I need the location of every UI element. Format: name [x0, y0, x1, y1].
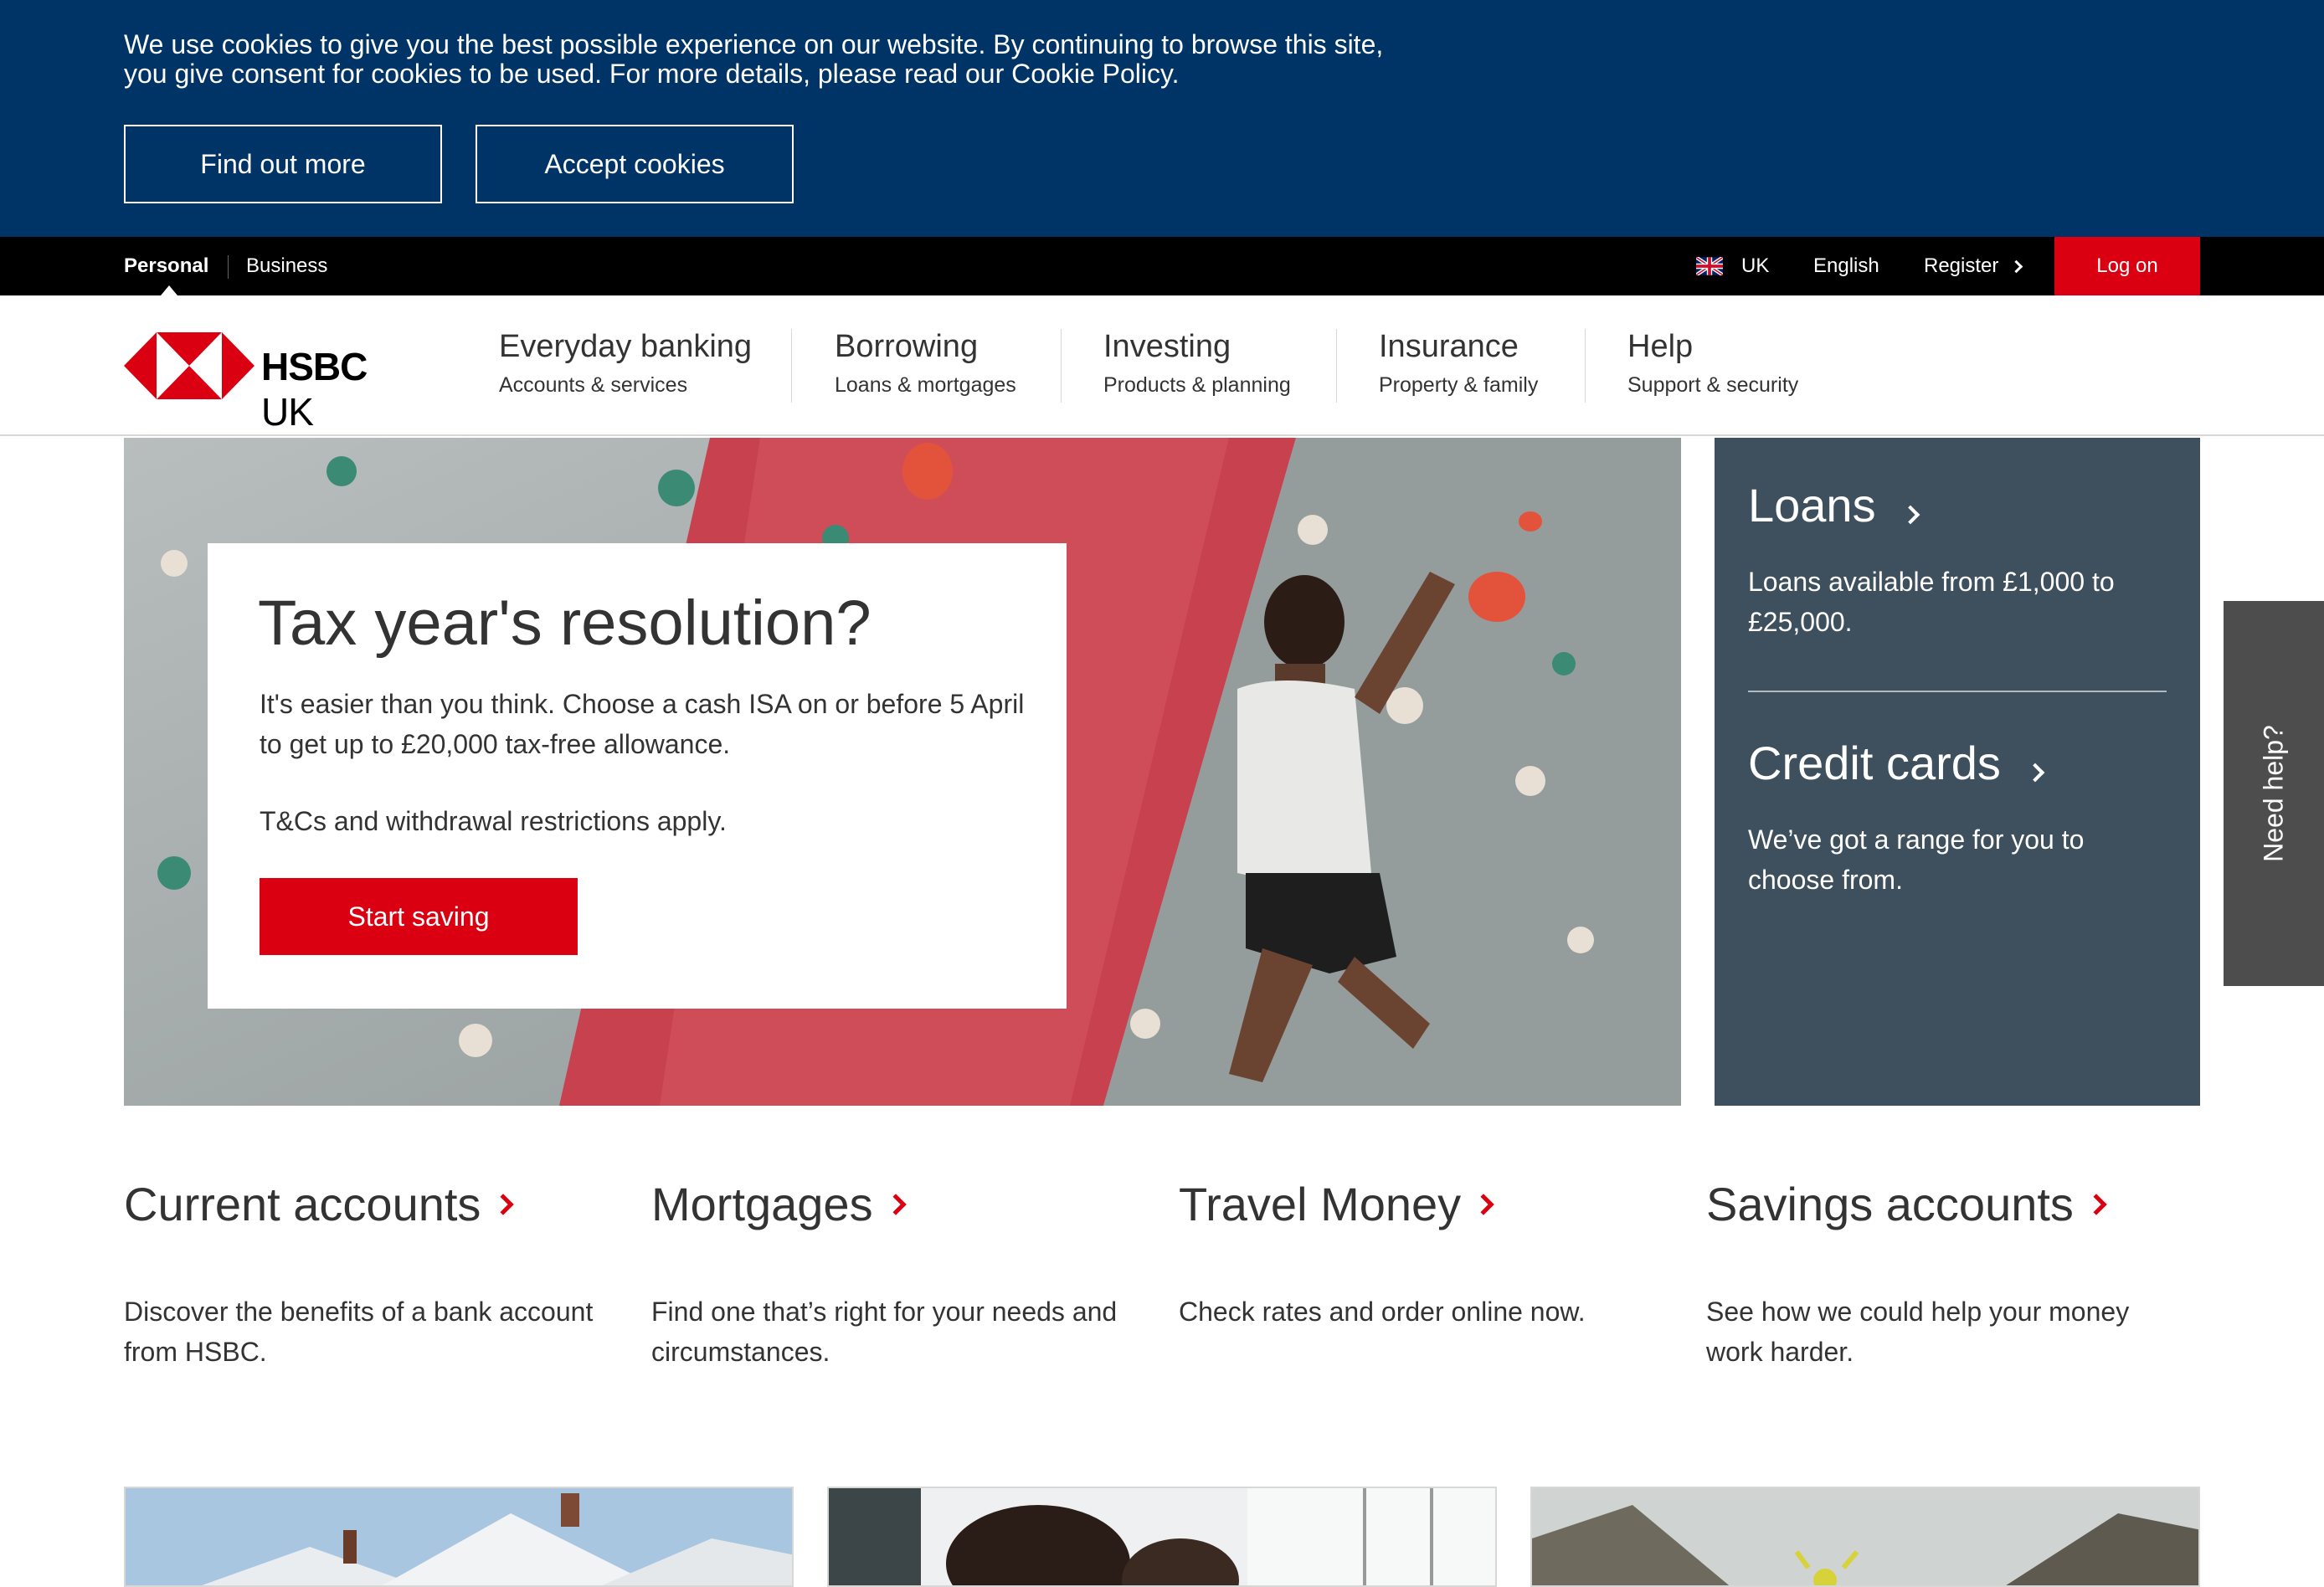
- product-mortgages[interactable]: Mortgages Find one that’s right for your…: [651, 1177, 1154, 1372]
- nav-subtitle: Loans & mortgages: [835, 373, 1016, 397]
- register-label: Register: [1924, 254, 1999, 277]
- tab-divider: [228, 255, 229, 279]
- chevron-right-icon: [1473, 1193, 1494, 1215]
- logo-wordmark: HSBC UK: [261, 344, 425, 434]
- credit-cards-description: We’ve got a range for you to choose from…: [1748, 824, 2085, 895]
- nav-title: Investing: [1103, 329, 1231, 364]
- loans-title: Loans: [1748, 479, 1876, 532]
- nav-subtitle: Products & planning: [1103, 373, 1291, 397]
- nav-everyday-banking[interactable]: Everyday banking Accounts & services: [499, 329, 752, 398]
- chevron-right-icon: [2026, 763, 2045, 783]
- nav-divider: [791, 329, 792, 403]
- chevron-right-icon: [2010, 259, 2023, 273]
- active-tab-caret-icon: [161, 285, 177, 295]
- product-title: Mortgages: [651, 1178, 873, 1230]
- cookie-message: We use cookies to give you the best poss…: [124, 30, 1480, 89]
- find-out-more-button[interactable]: Find out more: [124, 125, 442, 203]
- nav-subtitle: Accounts & services: [499, 373, 688, 397]
- log-on-button[interactable]: Log on: [2054, 237, 2200, 295]
- product-title-link[interactable]: Savings accounts: [1706, 1177, 2208, 1231]
- start-saving-button[interactable]: Start saving: [260, 878, 578, 955]
- product-title-link[interactable]: Travel Money: [1179, 1177, 1681, 1231]
- nav-title: Help: [1627, 329, 1694, 364]
- product-title-link[interactable]: Current accounts: [124, 1177, 626, 1231]
- mountain-image: [1532, 1488, 2198, 1585]
- product-title-link[interactable]: Mortgages: [651, 1177, 1154, 1231]
- need-help-label: Need help?: [2258, 725, 2289, 862]
- product-savings-accounts[interactable]: Savings accounts See how we could help y…: [1706, 1177, 2208, 1372]
- product-current-accounts[interactable]: Current accounts Discover the benefits o…: [124, 1177, 626, 1372]
- logo-brand: HSBC: [261, 345, 368, 388]
- chevron-right-icon: [492, 1193, 515, 1215]
- product-description: Check rates and order online now.: [1179, 1297, 1586, 1327]
- nav-divider: [1585, 329, 1586, 403]
- logo-suffix: UK: [261, 390, 314, 434]
- nav-title: Everyday banking: [499, 329, 753, 364]
- hero-terms: T&Cs and withdrawal restrictions apply.: [260, 806, 727, 836]
- hero-title: Tax year's resolution?: [258, 588, 872, 659]
- main-header: HSBC UK Everyday banking Accounts & serv…: [0, 295, 2324, 436]
- nav-borrowing[interactable]: Borrowing Loans & mortgages: [835, 329, 1016, 398]
- product-description: Discover the benefits of a bank account …: [124, 1297, 594, 1367]
- hero-banner: Tax year's resolution? It's easier than …: [124, 438, 1681, 1106]
- country-selector[interactable]: UK: [1741, 237, 1769, 295]
- business-tab[interactable]: Business: [246, 237, 327, 295]
- hero-description: It's easier than you think. Choose a cas…: [260, 689, 1025, 759]
- nav-subtitle: Support & security: [1627, 373, 1799, 397]
- houses-image-card[interactable]: [124, 1487, 794, 1587]
- hero-card: Tax year's resolution? It's easier than …: [208, 543, 1067, 1009]
- mountain-image-card[interactable]: [1530, 1487, 2200, 1587]
- credit-cards-link[interactable]: Credit cards: [1748, 736, 2045, 790]
- hsbc-hexagon-icon: [124, 332, 255, 399]
- top-utility-bar: Personal Business UK English Register Lo…: [0, 237, 2324, 295]
- panel-divider: [1748, 691, 2167, 692]
- credit-cards-title: Credit cards: [1748, 737, 2001, 789]
- product-title: Current accounts: [124, 1178, 481, 1230]
- nav-divider: [1061, 329, 1062, 403]
- cookie-banner: We use cookies to give you the best poss…: [0, 0, 2324, 237]
- cookie-message-line-1: We use cookies to give you the best poss…: [124, 29, 1384, 59]
- houses-image: [126, 1488, 792, 1585]
- people-laptop-image-card[interactable]: [827, 1487, 1497, 1587]
- nav-divider: [1336, 329, 1337, 403]
- chevron-right-icon: [884, 1193, 907, 1215]
- loans-link[interactable]: Loans: [1748, 478, 1920, 532]
- side-promo-panel: Loans Loans available from £1,000 to £25…: [1715, 438, 2200, 1106]
- nav-help[interactable]: Help Support & security: [1627, 329, 1798, 398]
- product-title: Savings accounts: [1706, 1178, 2074, 1230]
- people-image: [829, 1488, 1495, 1585]
- language-selector[interactable]: English: [1813, 237, 1879, 295]
- nav-subtitle: Property & family: [1379, 373, 1539, 397]
- uk-flag-icon[interactable]: [1696, 237, 1723, 295]
- hsbc-logo[interactable]: HSBC UK: [124, 332, 425, 434]
- product-title: Travel Money: [1179, 1178, 1462, 1230]
- product-description: See how we could help your money work ha…: [1706, 1297, 2130, 1367]
- accept-cookies-button[interactable]: Accept cookies: [476, 125, 794, 203]
- nav-title: Insurance: [1379, 329, 1519, 364]
- product-description: Find one that’s right for your needs and…: [651, 1297, 1118, 1367]
- chevron-right-icon: [1900, 505, 1920, 525]
- register-link[interactable]: Register: [1924, 237, 2023, 295]
- cookie-message-line-2: you give consent for cookies to be used.…: [124, 59, 1180, 89]
- need-help-tab[interactable]: Need help?: [2224, 601, 2324, 986]
- nav-insurance[interactable]: Insurance Property & family: [1379, 329, 1538, 398]
- loans-description: Loans available from £1,000 to £25,000.: [1748, 567, 2115, 637]
- nav-title: Borrowing: [835, 329, 979, 364]
- nav-investing[interactable]: Investing Products & planning: [1103, 329, 1291, 398]
- chevron-right-icon: [2085, 1193, 2107, 1215]
- product-travel-money[interactable]: Travel Money Check rates and order onlin…: [1179, 1177, 1681, 1332]
